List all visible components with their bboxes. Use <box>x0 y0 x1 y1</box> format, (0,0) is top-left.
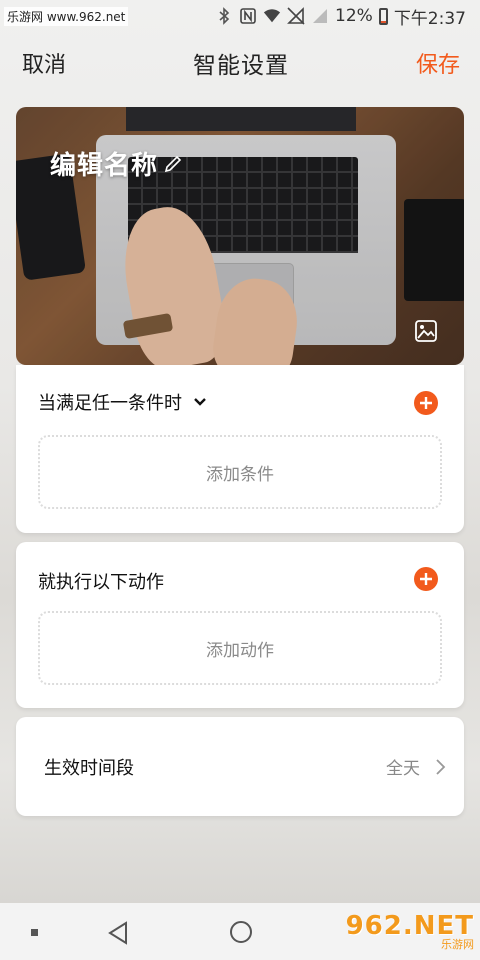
add-action-label: 添加动作 <box>206 640 274 661</box>
nfc-icon <box>239 7 257 25</box>
actions-heading: 就执行以下动作 <box>38 572 164 593</box>
schedule-value: 全天 <box>386 759 420 779</box>
add-condition-area[interactable]: 添加条件 <box>38 435 442 509</box>
image-icon[interactable] <box>414 319 438 343</box>
add-action-area[interactable]: 添加动作 <box>38 611 442 685</box>
add-action-button[interactable] <box>414 567 438 591</box>
actions-heading-row: 就执行以下动作 <box>38 568 164 594</box>
actions-card: 就执行以下动作 添加动作 <box>16 542 464 708</box>
scene-name-text: 编辑名称 <box>50 151 159 181</box>
add-condition-label: 添加条件 <box>206 464 274 485</box>
signal-icon <box>311 7 329 25</box>
status-bar: 乐游网 www.962.net 12% 下午2:37 <box>0 0 480 32</box>
schedule-label: 生效时间段 <box>44 757 134 779</box>
plus-icon <box>420 573 432 585</box>
header: 取消 智能设置 保存 <box>0 38 480 88</box>
chevron-down-icon <box>192 394 208 410</box>
watermark-logo: 962.NET 乐游网 <box>346 909 474 955</box>
bluetooth-icon <box>215 7 233 25</box>
page-title: 智能设置 <box>193 53 289 79</box>
watermark-small-text: 乐游网 <box>441 938 474 951</box>
add-condition-button[interactable] <box>414 391 438 415</box>
save-button[interactable]: 保存 <box>416 47 460 79</box>
chevron-right-icon <box>434 758 446 776</box>
scene-name-editor[interactable]: 编辑名称 <box>50 145 184 182</box>
pencil-icon[interactable] <box>162 153 184 175</box>
scene-cover-image: 编辑名称 <box>16 107 464 365</box>
home-button[interactable] <box>230 921 252 943</box>
watermark-text: 乐游网 www.962.net <box>4 6 129 26</box>
conditions-card: 当满足任一条件时 添加条件 <box>16 365 464 533</box>
battery-fill <box>380 20 386 23</box>
back-triangle-icon <box>108 921 127 945</box>
status-icons: 12% 下午2:37 <box>215 4 466 29</box>
sim-off-icon <box>287 7 305 25</box>
back-button[interactable] <box>106 921 130 949</box>
wifi-icon <box>263 7 281 25</box>
schedule-row[interactable]: 生效时间段 全天 <box>16 717 464 816</box>
recents-button[interactable] <box>31 929 38 936</box>
battery-percent: 12% <box>335 6 373 26</box>
cancel-button[interactable]: 取消 <box>22 47 66 79</box>
schedule-value-group: 全天 <box>386 754 446 779</box>
clock: 下午2:37 <box>393 8 466 29</box>
plus-icon <box>420 397 432 409</box>
battery-icon <box>378 7 388 25</box>
conditions-heading: 当满足任一条件时 <box>38 393 182 414</box>
system-nav-bar: 962.NET 乐游网 <box>0 903 480 960</box>
condition-mode-selector[interactable]: 当满足任一条件时 <box>38 389 208 415</box>
watermark-big-text: 962.NET <box>345 911 474 941</box>
